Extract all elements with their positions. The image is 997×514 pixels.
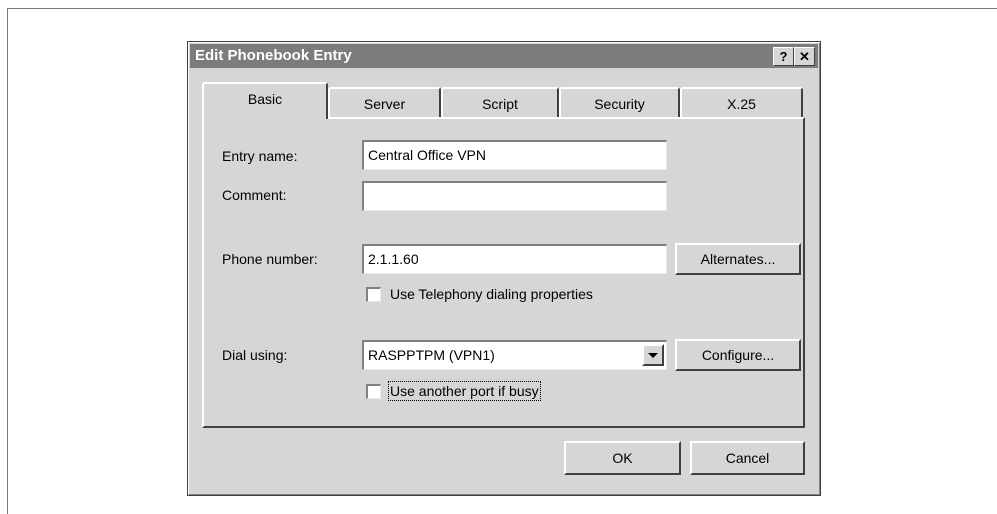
edit-phonebook-dialog: Edit Phonebook Entry ? ✕ Basic Server Sc… xyxy=(187,41,821,496)
tab-x25[interactable]: X.25 xyxy=(680,87,803,117)
page-frame-left xyxy=(7,8,8,514)
entry-name-field[interactable]: Central Office VPN xyxy=(362,140,667,170)
entry-name-label: Entry name: xyxy=(222,148,298,164)
tab-basic[interactable]: Basic xyxy=(202,82,328,119)
page-frame-top xyxy=(7,8,997,9)
comment-field[interactable] xyxy=(362,181,667,211)
telephony-checkbox[interactable] xyxy=(366,287,381,302)
phone-number-label: Phone number: xyxy=(222,251,318,267)
dial-using-label: Dial using: xyxy=(222,347,288,363)
phone-number-field[interactable]: 2.1.1.60 xyxy=(362,244,667,274)
configure-button[interactable]: Configure... xyxy=(675,339,801,371)
ok-button[interactable]: OK xyxy=(564,441,681,475)
tab-security[interactable]: Security xyxy=(559,87,680,117)
help-button[interactable]: ? xyxy=(773,47,794,66)
close-button[interactable]: ✕ xyxy=(794,47,815,66)
cancel-button[interactable]: Cancel xyxy=(690,441,805,475)
tab-script[interactable]: Script xyxy=(441,87,559,117)
telephony-checkbox-label: Use Telephony dialing properties xyxy=(390,286,593,302)
another-port-checkbox[interactable] xyxy=(366,384,381,399)
another-port-checkbox-label: Use another port if busy xyxy=(388,381,541,401)
dial-using-value: RASPPTPM (VPN1) xyxy=(368,347,495,363)
dialog-title: Edit Phonebook Entry xyxy=(195,47,352,64)
alternates-button[interactable]: Alternates... xyxy=(675,243,801,275)
comment-label: Comment: xyxy=(222,187,287,203)
chevron-down-icon[interactable] xyxy=(642,344,664,366)
tab-server[interactable]: Server xyxy=(328,87,441,117)
dial-using-select[interactable]: RASPPTPM (VPN1) xyxy=(362,340,667,370)
title-bar: Edit Phonebook Entry ? ✕ xyxy=(190,44,818,68)
